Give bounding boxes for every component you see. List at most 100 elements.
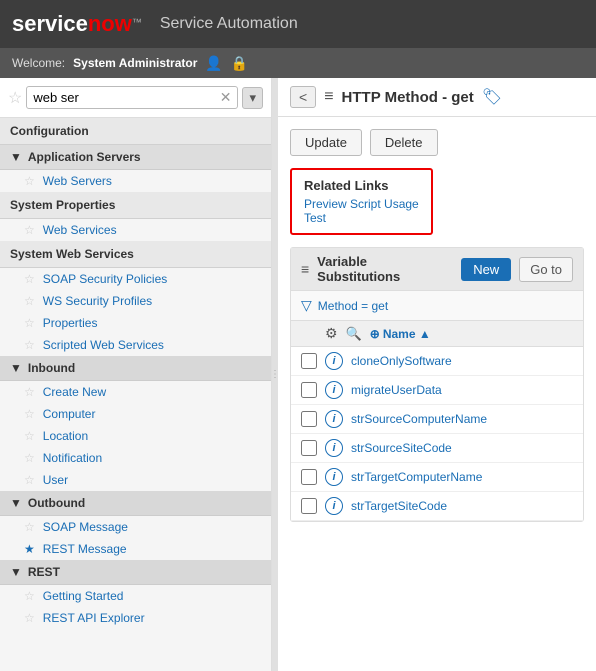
row-info-icon-4[interactable]: i bbox=[325, 468, 343, 486]
var-section-header: ≡ Variable Substitutions New Go to bbox=[291, 248, 583, 291]
related-links-title: Related Links bbox=[304, 178, 419, 193]
name-column-header[interactable]: ⊕ Name ▲ bbox=[370, 327, 431, 341]
panel-header: < ≡ HTTP Method - get 🏷 bbox=[278, 78, 596, 117]
row-link-5[interactable]: strTargetSiteCode bbox=[351, 499, 447, 513]
create-new-label: Create New bbox=[43, 385, 106, 399]
favorite-star-icon[interactable]: ☆ bbox=[8, 88, 22, 108]
user-icon[interactable]: 👤 bbox=[205, 55, 222, 72]
table-row: i strTargetComputerName bbox=[291, 463, 583, 492]
delete-button[interactable]: Delete bbox=[370, 129, 438, 156]
search-input[interactable] bbox=[33, 90, 219, 105]
row-checkbox-1[interactable] bbox=[301, 382, 317, 398]
row-checkbox-0[interactable] bbox=[301, 353, 317, 369]
update-button[interactable]: Update bbox=[290, 129, 362, 156]
goto-button[interactable]: Go to bbox=[519, 257, 573, 282]
related-links-box: Related Links Preview Script Usage Test bbox=[290, 168, 433, 235]
logo-service: service bbox=[12, 11, 88, 36]
sidebar-item-web-services[interactable]: ☆ Web Services bbox=[0, 219, 271, 241]
app-title: Service Automation bbox=[160, 15, 298, 33]
app-servers-label: Application Servers bbox=[28, 150, 141, 164]
web-services-star[interactable]: ☆ bbox=[24, 223, 35, 237]
app-header: servicenow™ Service Automation bbox=[0, 0, 596, 48]
logo-now: now bbox=[88, 11, 132, 36]
inbound-arrow: ▼ bbox=[10, 361, 22, 375]
lock-icon[interactable]: 🔒 bbox=[231, 55, 248, 72]
subheader: Welcome: System Administrator 👤 🔒 bbox=[0, 48, 596, 78]
properties-star[interactable]: ☆ bbox=[24, 316, 35, 330]
sidebar-item-rest-api-explorer[interactable]: ☆ REST API Explorer bbox=[0, 607, 271, 629]
search-clear-icon[interactable]: ✕ bbox=[220, 89, 232, 106]
table-row: i strSourceSiteCode bbox=[291, 434, 583, 463]
sidebar-section-configuration: Configuration bbox=[0, 118, 271, 145]
soap-message-star[interactable]: ☆ bbox=[24, 520, 35, 534]
menu-icon: ≡ bbox=[324, 88, 333, 106]
sidebar-item-scripted-ws[interactable]: ☆ Scripted Web Services bbox=[0, 334, 271, 356]
row-checkbox-5[interactable] bbox=[301, 498, 317, 514]
web-servers-label: Web Servers bbox=[43, 174, 112, 188]
search-dropdown[interactable]: ▾ bbox=[242, 87, 263, 109]
row-info-icon-1[interactable]: i bbox=[325, 381, 343, 399]
row-info-icon-5[interactable]: i bbox=[325, 497, 343, 515]
table-row: i strTargetSiteCode bbox=[291, 492, 583, 521]
sidebar-item-location[interactable]: ☆ Location bbox=[0, 425, 271, 447]
filter-text: Method = get bbox=[318, 299, 388, 313]
sidebar-item-getting-started[interactable]: ☆ Getting Started bbox=[0, 585, 271, 607]
sidebar-item-rest-message[interactable]: ★ REST Message bbox=[0, 538, 271, 560]
ws-security-star[interactable]: ☆ bbox=[24, 294, 35, 308]
related-link-preview[interactable]: Preview Script Usage bbox=[304, 197, 419, 211]
sidebar-item-computer[interactable]: ☆ Computer bbox=[0, 403, 271, 425]
sidebar-item-properties[interactable]: ☆ Properties bbox=[0, 312, 271, 334]
web-servers-star[interactable]: ☆ bbox=[24, 174, 35, 188]
back-button[interactable]: < bbox=[290, 86, 316, 108]
filter-icon[interactable]: ▽ bbox=[301, 297, 312, 314]
scripted-ws-label: Scripted Web Services bbox=[43, 338, 164, 352]
notification-star[interactable]: ☆ bbox=[24, 451, 35, 465]
computer-label: Computer bbox=[43, 407, 96, 421]
row-info-icon-0[interactable]: i bbox=[325, 352, 343, 370]
row-info-icon-3[interactable]: i bbox=[325, 439, 343, 457]
outbound-arrow: ▼ bbox=[10, 496, 22, 510]
new-button[interactable]: New bbox=[461, 258, 511, 281]
sidebar-item-inbound[interactable]: ▼ Inbound bbox=[0, 356, 271, 381]
col-name-label: Name ▲ bbox=[383, 327, 431, 341]
computer-star[interactable]: ☆ bbox=[24, 407, 35, 421]
sidebar-item-create-new[interactable]: ☆ Create New bbox=[0, 381, 271, 403]
sidebar-item-app-servers[interactable]: ▼ Application Servers bbox=[0, 145, 271, 170]
sidebar-item-notification[interactable]: ☆ Notification bbox=[0, 447, 271, 469]
row-info-icon-2[interactable]: i bbox=[325, 410, 343, 428]
row-checkbox-2[interactable] bbox=[301, 411, 317, 427]
sidebar-item-outbound[interactable]: ▼ Outbound bbox=[0, 491, 271, 516]
settings-icon[interactable]: ⚙ bbox=[325, 325, 338, 342]
create-new-star[interactable]: ☆ bbox=[24, 385, 35, 399]
scripted-ws-star[interactable]: ☆ bbox=[24, 338, 35, 352]
location-star[interactable]: ☆ bbox=[24, 429, 35, 443]
welcome-label: Welcome: bbox=[12, 56, 65, 70]
row-link-0[interactable]: cloneOnlySoftware bbox=[351, 354, 452, 368]
getting-started-star[interactable]: ☆ bbox=[24, 589, 35, 603]
sidebar-section-system-web-services: System Web Services bbox=[0, 241, 271, 268]
table-header: ⚙ 🔍 ⊕ Name ▲ bbox=[291, 321, 583, 347]
row-link-2[interactable]: strSourceComputerName bbox=[351, 412, 487, 426]
sidebar-item-soap-security[interactable]: ☆ SOAP Security Policies bbox=[0, 268, 271, 290]
action-buttons: Update Delete bbox=[290, 129, 584, 156]
soap-security-star[interactable]: ☆ bbox=[24, 272, 35, 286]
sidebar-item-ws-security[interactable]: ☆ WS Security Profiles bbox=[0, 290, 271, 312]
column-search-icon[interactable]: 🔍 bbox=[346, 326, 362, 342]
row-checkbox-3[interactable] bbox=[301, 440, 317, 456]
related-link-test[interactable]: Test bbox=[304, 211, 419, 225]
row-checkbox-4[interactable] bbox=[301, 469, 317, 485]
sidebar-item-web-servers[interactable]: ☆ Web Servers bbox=[0, 170, 271, 192]
rest-message-star[interactable]: ★ bbox=[24, 542, 35, 556]
rest-api-star[interactable]: ☆ bbox=[24, 611, 35, 625]
table-body: i cloneOnlySoftware i migrateUserData i … bbox=[291, 347, 583, 521]
getting-started-label: Getting Started bbox=[43, 589, 124, 603]
sidebar-item-rest[interactable]: ▼ REST bbox=[0, 560, 271, 585]
user-star[interactable]: ☆ bbox=[24, 473, 35, 487]
sidebar-item-soap-message[interactable]: ☆ SOAP Message bbox=[0, 516, 271, 538]
col-name-icon: ⊕ bbox=[370, 327, 380, 341]
row-link-1[interactable]: migrateUserData bbox=[351, 383, 442, 397]
sidebar-item-user[interactable]: ☆ User bbox=[0, 469, 271, 491]
row-link-4[interactable]: strTargetComputerName bbox=[351, 470, 482, 484]
row-link-3[interactable]: strSourceSiteCode bbox=[351, 441, 452, 455]
outbound-label: Outbound bbox=[28, 496, 85, 510]
